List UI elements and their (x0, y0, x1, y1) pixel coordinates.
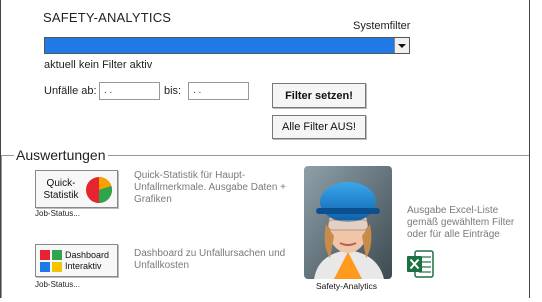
quick-job-status: Job-Status... (35, 209, 80, 218)
clear-filters-button[interactable]: Alle Filter AUS! (272, 115, 366, 139)
dashboard-description: Dashboard zu Unfallursachen und Unfallko… (134, 248, 286, 271)
dashboard-job-status: Job-Status... (35, 280, 80, 289)
chevron-down-icon (398, 43, 406, 48)
pie-chart-icon (86, 176, 113, 204)
quick-statistik-button[interactable]: Quick- Statistik (35, 170, 118, 208)
section-divider-left (1, 155, 14, 156)
app-window: SAFETY-ANALYTICS Systemfilter aktuell ke… (0, 0, 530, 298)
dashboard-tiles-icon (40, 250, 62, 272)
systemfilter-label: Systemfilter (353, 20, 411, 32)
excel-description: Ausgabe Excel-Liste gemäß gewähltem Filt… (407, 205, 515, 240)
dropdown-button[interactable] (394, 38, 409, 53)
quick-statistik-label: Quick- Statistik (41, 178, 81, 202)
dashboard-label-line2: Interaktiv (65, 261, 102, 271)
quick-label-line2: Statistik (43, 190, 79, 201)
section-border (1, 155, 2, 298)
app-title: SAFETY-ANALYTICS (43, 10, 172, 25)
date-from-label: Unfälle ab: (44, 85, 97, 97)
excel-icon[interactable] (407, 250, 434, 278)
date-to-label: bis: (164, 85, 182, 97)
quick-label-line1: Quick- (46, 178, 76, 189)
photo-caption: Safety-Analytics (316, 281, 377, 291)
dashboard-label-line1: Dashboard (65, 250, 110, 260)
section-title: Auswertungen (14, 147, 108, 163)
systemfilter-dropdown[interactable] (44, 37, 410, 54)
date-from-input[interactable]: . . (99, 82, 160, 100)
safety-analytics-card[interactable]: Safety-Analytics (300, 166, 393, 297)
filter-status: aktuell kein Filter aktiv (44, 59, 153, 71)
worker-photo (304, 166, 392, 279)
dashboard-label: Dashboard Interaktiv (65, 250, 109, 272)
date-to-input[interactable]: . . (188, 82, 249, 100)
set-filter-button[interactable]: Filter setzen! (272, 83, 366, 108)
quick-description: Quick-Statistik für Haupt-Unfallmerkmale… (134, 170, 287, 205)
dashboard-button[interactable]: Dashboard Interaktiv (35, 244, 118, 277)
